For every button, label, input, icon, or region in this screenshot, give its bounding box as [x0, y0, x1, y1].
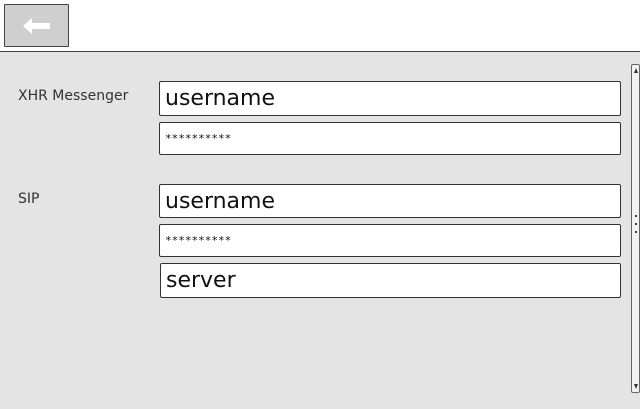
- sip-label: SIP: [18, 191, 40, 207]
- sip-username-field[interactable]: username: [159, 184, 621, 218]
- xhr-username-field[interactable]: username: [159, 81, 621, 116]
- scroll-grip-icon[interactable]: [635, 215, 637, 237]
- scroll-down-icon[interactable]: [634, 384, 638, 389]
- back-button[interactable]: [4, 4, 69, 47]
- xhr-messenger-label: XHR Messenger: [18, 88, 129, 104]
- arrow-left-icon: [22, 17, 50, 34]
- vertical-scrollbar[interactable]: [631, 64, 640, 393]
- sip-server-field[interactable]: server: [160, 263, 621, 298]
- top-bar: [0, 0, 640, 52]
- sip-password-field[interactable]: **********: [159, 224, 621, 257]
- scroll-up-icon[interactable]: [634, 68, 638, 73]
- xhr-password-field[interactable]: **********: [159, 122, 621, 155]
